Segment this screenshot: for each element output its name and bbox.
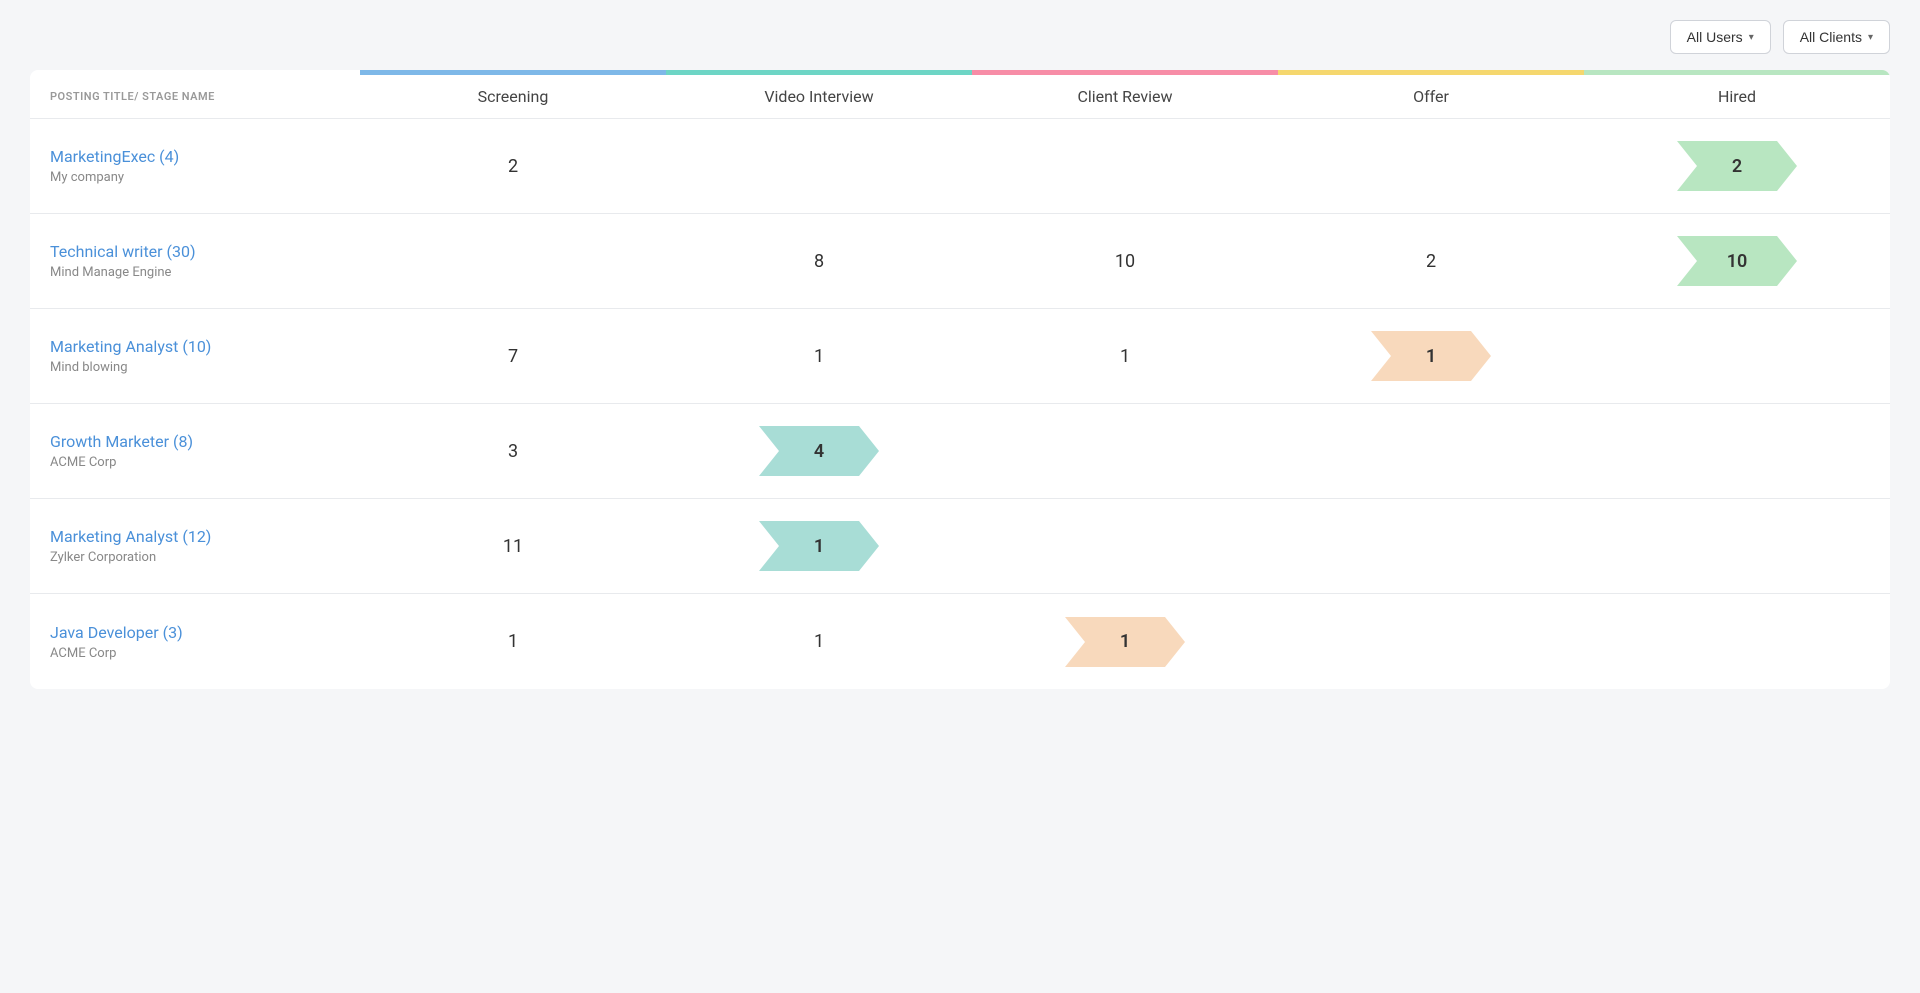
page-container: All Users ▾ All Clients ▾ POSTING TITLE/…: [0, 0, 1920, 709]
cell-hired: 2: [1584, 141, 1890, 191]
job-title[interactable]: Java Developer (3): [50, 623, 183, 642]
cell-hired: 10: [1584, 236, 1890, 286]
screening-value: 11: [503, 536, 523, 557]
vi-value: 1: [814, 631, 824, 652]
top-bar: All Users ▾ All Clients ▾: [30, 20, 1890, 54]
screening-value: 7: [508, 346, 518, 367]
job-company: Mind Manage Engine: [50, 265, 340, 280]
job-info: Growth Marketer (8) ACME Corp: [30, 412, 360, 490]
cell-screening: 11: [360, 536, 666, 557]
screening-value: 1: [508, 631, 518, 652]
table-body: MarketingExec (4) My company 2: [30, 119, 1890, 689]
header-offer: Offer: [1278, 87, 1584, 106]
cell-video-interview: 4: [666, 426, 972, 476]
cr-value: 1: [1120, 346, 1130, 367]
cell-client-review: 10: [972, 251, 1278, 272]
header-hired: Hired: [1584, 87, 1890, 106]
chevron-down-icon: ▾: [1749, 32, 1754, 43]
offer-value: 2: [1426, 251, 1436, 272]
cell-screening: 2: [360, 156, 666, 177]
table-row: MarketingExec (4) My company 2: [30, 119, 1890, 214]
job-info: Technical writer (30) Mind Manage Engine: [30, 222, 360, 300]
color-bar-client-review: [972, 70, 1278, 75]
all-clients-label: All Clients: [1800, 29, 1862, 45]
cell-client-review: 1: [972, 617, 1278, 667]
color-bar: [360, 70, 1890, 75]
screening-value: 3: [508, 441, 518, 462]
job-company: ACME Corp: [50, 646, 340, 661]
table-row: Marketing Analyst (12) Zylker Corporatio…: [30, 499, 1890, 594]
table-row: Technical writer (30) Mind Manage Engine…: [30, 214, 1890, 309]
job-info: MarketingExec (4) My company: [30, 127, 360, 205]
cell-video-interview: 1: [666, 521, 972, 571]
table-row: Marketing Analyst (10) Mind blowing 7 1 …: [30, 309, 1890, 404]
all-clients-dropdown[interactable]: All Clients ▾: [1783, 20, 1890, 54]
job-info: Java Developer (3) ACME Corp: [30, 603, 360, 681]
cell-client-review: 1: [972, 346, 1278, 367]
cell-offer: 1: [1278, 331, 1584, 381]
cell-screening: 1: [360, 631, 666, 652]
header-video-interview: Video Interview: [666, 87, 972, 106]
job-info: Marketing Analyst (12) Zylker Corporatio…: [30, 507, 360, 585]
table-row: Java Developer (3) ACME Corp 1 1 1: [30, 594, 1890, 689]
cell-offer: 2: [1278, 251, 1584, 272]
job-company: Mind blowing: [50, 360, 340, 375]
vi-value: 8: [814, 251, 824, 272]
table-row: Growth Marketer (8) ACME Corp 3 4: [30, 404, 1890, 499]
job-info: Marketing Analyst (10) Mind blowing: [30, 317, 360, 395]
all-users-dropdown[interactable]: All Users ▾: [1670, 20, 1771, 54]
job-company: My company: [50, 170, 340, 185]
job-title[interactable]: Marketing Analyst (10): [50, 337, 211, 356]
header-screening: Screening: [360, 87, 666, 106]
all-users-label: All Users: [1687, 29, 1743, 45]
job-title[interactable]: Growth Marketer (8): [50, 432, 193, 451]
cell-video-interview: 8: [666, 251, 972, 272]
pipeline-table: POSTING TITLE/ STAGE NAME Screening Vide…: [30, 70, 1890, 689]
stage-header-row: POSTING TITLE/ STAGE NAME Screening Vide…: [30, 75, 1890, 119]
color-bar-hired: [1584, 70, 1890, 75]
job-title[interactable]: Marketing Analyst (12): [50, 527, 211, 546]
job-company: Zylker Corporation: [50, 550, 340, 565]
chevron-down-icon: ▾: [1868, 32, 1873, 43]
posting-title-header: POSTING TITLE/ STAGE NAME: [30, 87, 360, 106]
job-title[interactable]: Technical writer (30): [50, 242, 196, 261]
job-company: ACME Corp: [50, 455, 340, 470]
cell-video-interview: 1: [666, 346, 972, 367]
color-bar-screening: [360, 70, 666, 75]
color-bar-offer: [1278, 70, 1584, 75]
color-bar-video-interview: [666, 70, 972, 75]
header-client-review: Client Review: [972, 87, 1278, 106]
cell-screening: 7: [360, 346, 666, 367]
cell-screening: 3: [360, 441, 666, 462]
job-title[interactable]: MarketingExec (4): [50, 147, 179, 166]
screening-value: 2: [508, 156, 518, 177]
vi-value: 1: [814, 346, 824, 367]
cell-video-interview: 1: [666, 631, 972, 652]
cr-value: 10: [1115, 251, 1135, 272]
